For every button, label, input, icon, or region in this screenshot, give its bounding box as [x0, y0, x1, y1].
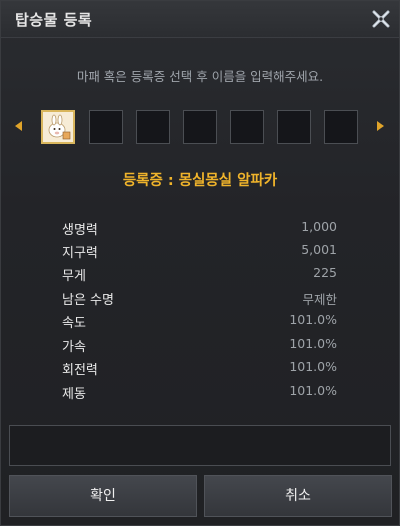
- confirm-button[interactable]: 확인: [9, 475, 197, 517]
- item-slot[interactable]: [183, 110, 217, 144]
- title-bar: 탑승물 등록: [1, 1, 399, 38]
- cancel-button[interactable]: 취소: [204, 475, 392, 517]
- item-slot-selected[interactable]: [41, 110, 75, 144]
- item-slot[interactable]: [136, 110, 170, 144]
- prev-page-arrow-icon[interactable]: [15, 121, 22, 131]
- item-slot[interactable]: [89, 110, 123, 144]
- register-mount-window: 탑승물 등록 마패 혹은 등록증 선택 후 이름을 입력해주세요. 등록증 : …: [0, 0, 400, 526]
- stat-label: 생명력: [62, 223, 98, 238]
- stat-label: 무게: [62, 269, 86, 284]
- stat-value: 101.0%: [289, 312, 337, 327]
- stat-value: 1,000: [301, 219, 337, 234]
- instruction-text: 마패 혹은 등록증 선택 후 이름을 입력해주세요.: [76, 69, 324, 84]
- stat-value: 225: [313, 265, 337, 280]
- stat-value: 무제한: [302, 292, 337, 307]
- stat-label: 속도: [62, 316, 86, 331]
- stat-value: 5,001: [301, 242, 337, 257]
- mount-name-input[interactable]: [9, 425, 391, 466]
- item-slot[interactable]: [230, 110, 264, 144]
- title-separator: [1, 37, 399, 38]
- selected-certificate-name: 등록증 : 몽실몽실 알파카: [122, 173, 278, 189]
- stat-label: 남은 수명: [62, 293, 114, 308]
- stat-label: 회전력: [62, 363, 98, 378]
- next-page-arrow-icon[interactable]: [377, 121, 384, 131]
- stat-label: 가속: [62, 340, 86, 355]
- item-slot[interactable]: [324, 110, 358, 144]
- window-title: 탑승물 등록: [15, 11, 93, 29]
- alpaca-certificate-icon: [43, 112, 73, 142]
- stat-value: 101.0%: [289, 359, 337, 374]
- item-slot[interactable]: [277, 110, 311, 144]
- stat-value: 101.0%: [289, 336, 337, 351]
- close-icon[interactable]: [371, 9, 391, 29]
- stat-value: 101.0%: [289, 383, 337, 398]
- stat-label: 지구력: [62, 246, 98, 261]
- stat-label: 제동: [62, 387, 86, 402]
